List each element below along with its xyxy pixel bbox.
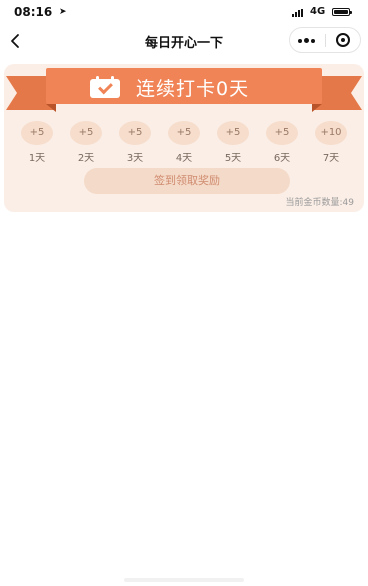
streak-title: 连续打卡0天: [136, 78, 250, 100]
day-label: 3天: [126, 153, 144, 164]
coin-bubble: +5: [21, 121, 53, 145]
network-type: 4G: [310, 6, 326, 17]
coin-bubble: +5: [168, 121, 200, 145]
home-indicator: [124, 578, 244, 582]
coin-bubble: +5: [119, 121, 151, 145]
day-label: 4天: [175, 153, 193, 164]
coin-balance: 当前金币数量:49: [285, 198, 355, 208]
checkin-card: 连续打卡0天 +5 1天 +5 2天 +5 3天 +5 4天 +5 5天 +5 …: [4, 64, 364, 212]
signal-icon: [292, 9, 306, 17]
mini-program-capsule: [289, 27, 361, 53]
reward-day-7: +10 7天: [313, 121, 349, 167]
more-button[interactable]: [290, 28, 325, 52]
coin-bubble: +10: [315, 121, 347, 145]
checkin-ribbon: 连续打卡0天: [46, 68, 322, 104]
reward-day-3: +5 3天: [117, 121, 153, 167]
coin-bubble: +5: [217, 121, 249, 145]
more-dots-icon: [298, 39, 302, 43]
status-bar: 08:16 ➤ 4G: [0, 0, 368, 26]
day-label: 2天: [77, 153, 95, 164]
claim-reward-button[interactable]: 签到领取奖励: [84, 168, 290, 194]
calendar-check-icon: [90, 76, 120, 98]
reward-day-5: +5 5天: [215, 121, 251, 167]
day-label: 1天: [28, 153, 46, 164]
nav-bar: 每日开心一下: [0, 26, 368, 56]
day-label: 5天: [224, 153, 242, 164]
location-arrow-icon: ➤: [59, 7, 67, 17]
reward-day-6: +5 6天: [264, 121, 300, 167]
status-time: 08:16: [14, 5, 53, 19]
reward-day-2: +5 2天: [68, 121, 104, 167]
reward-day-1: +5 1天: [19, 121, 55, 167]
coin-bubble: +5: [70, 121, 102, 145]
battery-icon: [332, 8, 352, 16]
day-label: 6天: [273, 153, 291, 164]
coin-bubble: +5: [266, 121, 298, 145]
close-button[interactable]: [326, 28, 360, 52]
reward-day-4: +5 4天: [166, 121, 202, 167]
day-label: 7天: [322, 153, 340, 164]
